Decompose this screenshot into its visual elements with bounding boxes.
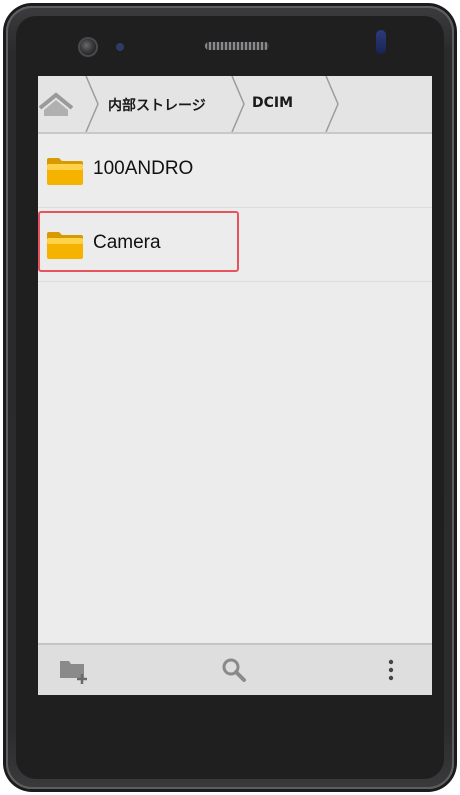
file-manager-screen: 内部ストレージ DCIM 100ANDRO Camera xyxy=(38,76,432,695)
file-list: 100ANDRO Camera xyxy=(38,134,432,282)
breadcrumb-item-internal-storage[interactable]: 内部ストレージ xyxy=(108,95,206,115)
proximity-sensor xyxy=(116,43,124,51)
file-name: 100ANDRO xyxy=(93,158,194,179)
search-icon[interactable] xyxy=(218,655,252,685)
folder-icon xyxy=(47,232,83,259)
folder-icon xyxy=(47,158,83,185)
list-item-100andro[interactable]: 100ANDRO xyxy=(38,134,432,208)
home-icon[interactable] xyxy=(38,84,78,124)
breadcrumb-separator xyxy=(231,76,245,132)
more-vert-icon[interactable] xyxy=(374,655,408,685)
breadcrumb-item-dcim[interactable]: DCIM xyxy=(252,95,293,111)
notification-led xyxy=(376,30,386,54)
new-folder-icon[interactable] xyxy=(58,655,92,685)
breadcrumb-separator xyxy=(85,76,99,132)
list-item-camera[interactable]: Camera xyxy=(38,208,432,282)
breadcrumb: 内部ストレージ DCIM xyxy=(38,76,432,134)
breadcrumb-separator xyxy=(325,76,339,132)
file-name: Camera xyxy=(93,232,161,253)
front-camera xyxy=(80,39,96,55)
earpiece-speaker xyxy=(205,42,269,50)
bottom-toolbar xyxy=(38,643,432,695)
